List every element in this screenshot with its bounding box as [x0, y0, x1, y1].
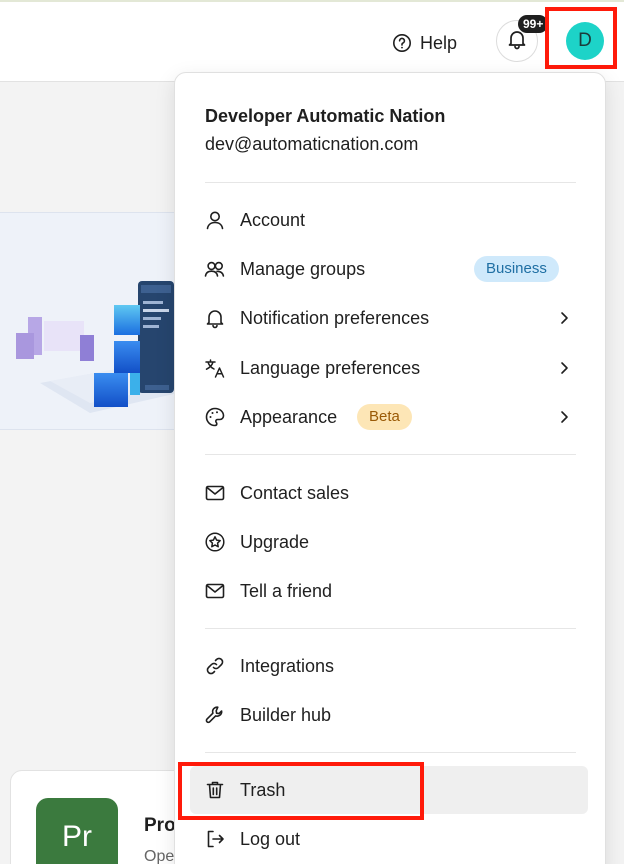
group-icon: [204, 258, 226, 280]
person-icon: [204, 209, 226, 231]
menu-item-integrations[interactable]: Integrations: [190, 644, 588, 688]
translate-icon: [204, 357, 226, 379]
wrench-icon: [204, 704, 226, 726]
menu-item-appearance[interactable]: Appearance Beta: [190, 395, 588, 439]
app-card-title: Pro: [144, 815, 176, 836]
star-badge-icon: [204, 531, 226, 553]
menu-item-label: Account: [240, 209, 306, 230]
menu-item-label: Language preferences: [240, 357, 421, 378]
help-button[interactable]: Help: [392, 30, 457, 56]
menu-item-tell-a-friend[interactable]: Tell a friend: [190, 569, 588, 613]
app-card-subtitle: Ope: [144, 848, 175, 864]
user-avatar-button[interactable]: D: [566, 22, 604, 60]
menu-item-manage-groups[interactable]: Manage groups Business: [190, 247, 588, 291]
page: Help 99+ D Pr Pro Ope Developer Automati…: [0, 0, 624, 864]
menu-item-label: Contact sales: [240, 482, 350, 503]
menu-item-label: Appearance: [240, 406, 338, 427]
palette-icon: [204, 406, 226, 428]
menu-item-notification-preferences[interactable]: Notification preferences: [190, 296, 588, 340]
link-icon: [204, 655, 226, 677]
menu-divider: [205, 752, 576, 753]
feature-banner-image: [0, 212, 200, 430]
mail-icon: [204, 482, 226, 504]
menu-item-label: Notification preferences: [240, 307, 430, 328]
menu-user-name: Developer Automatic Nation: [205, 106, 446, 126]
user-menu: [174, 72, 606, 864]
menu-item-label: Upgrade: [240, 531, 310, 552]
menu-item-builder-hub[interactable]: Builder hub: [190, 693, 588, 737]
chevron-right-icon: [556, 359, 572, 377]
chevron-right-icon: [556, 408, 572, 426]
menu-item-label: Tell a friend: [240, 580, 333, 601]
logout-icon: [204, 828, 226, 850]
app-icon: Pr: [36, 798, 118, 864]
chevron-right-icon: [556, 309, 572, 327]
menu-user-email: dev@automaticnation.com: [205, 134, 419, 154]
menu-divider: [205, 628, 576, 629]
menu-item-log-out[interactable]: Log out: [190, 817, 588, 861]
menu-item-upgrade[interactable]: Upgrade: [190, 520, 588, 564]
menu-item-language-preferences[interactable]: Language preferences: [190, 346, 588, 390]
business-badge: Business: [474, 256, 559, 282]
menu-item-label: Manage groups: [240, 258, 366, 279]
notification-count-badge: 99+: [518, 15, 549, 33]
menu-item-label: Builder hub: [240, 704, 332, 725]
beta-badge: Beta: [357, 404, 412, 430]
help-icon: [392, 33, 412, 53]
trash-highlight-box: [178, 762, 424, 820]
menu-item-contact-sales[interactable]: Contact sales: [190, 471, 588, 515]
menu-item-label: Integrations: [240, 655, 335, 676]
bell-icon: [204, 307, 226, 329]
menu-divider: [205, 182, 576, 183]
menu-item-account[interactable]: Account: [190, 198, 588, 242]
menu-item-label: Log out: [240, 828, 301, 849]
mail-icon: [204, 580, 226, 602]
menu-divider: [205, 454, 576, 455]
help-label: Help: [420, 32, 458, 53]
